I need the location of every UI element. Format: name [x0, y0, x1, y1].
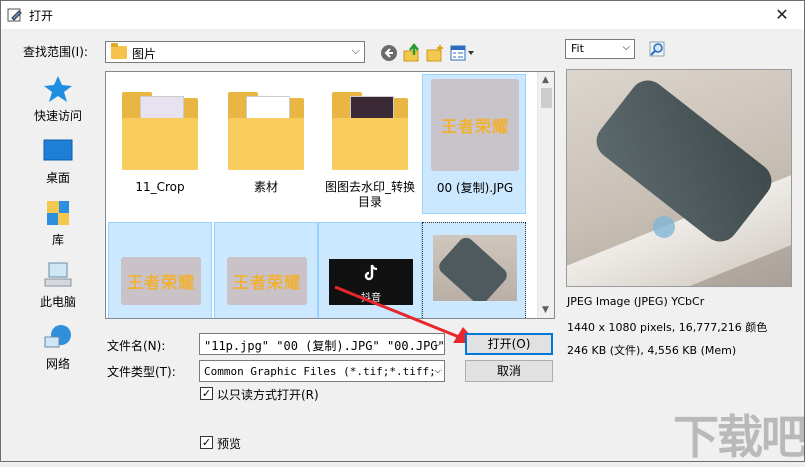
close-icon: ✕: [775, 5, 789, 24]
place-label: 网络: [45, 357, 70, 371]
close-button[interactable]: ✕: [760, 1, 804, 29]
scroll-down-icon: ▼: [542, 305, 549, 315]
back-button[interactable]: [379, 43, 399, 63]
file-item-image[interactable]: 王者荣耀: [214, 222, 318, 318]
file-item-image[interactable]: 王者荣耀: [108, 222, 212, 318]
zoom-mode-value: Fit: [571, 42, 584, 55]
title-bar[interactable]: 打开 ✕: [1, 1, 804, 29]
file-type-value: Common Graphic Files (*.tif;*.tiff;*.: [204, 365, 445, 378]
image-size-info: 246 KB (文件), 4,556 KB (Mem): [567, 344, 737, 357]
site-watermark: 下载吧: [665, 397, 805, 464]
zoom-mode-dropdown[interactable]: Fit ⌵: [565, 39, 635, 59]
image-format-info: JPEG Image (JPEG) YCbCr: [567, 295, 705, 308]
tiktok-logo: [364, 264, 378, 281]
logo-text: 王者荣耀: [440, 117, 509, 136]
logo-text: 王者荣耀: [233, 273, 302, 292]
scroll-up-icon: ▲: [542, 75, 549, 85]
read-only-checkbox[interactable]: ✓: [200, 387, 213, 400]
read-only-label: 以只读方式打开(R): [217, 388, 319, 402]
image-thumbnail: 王者荣耀: [117, 227, 205, 318]
folder-icon: [116, 78, 204, 174]
file-name-label: 文件名(N):: [107, 339, 166, 353]
view-menu-button[interactable]: [449, 43, 477, 63]
image-dimensions-info: 1440 x 1080 pixels, 16,777,216 颜色: [567, 321, 768, 334]
file-item-folder[interactable]: 11_Crop: [108, 74, 212, 214]
new-folder-button[interactable]: [425, 43, 445, 63]
place-label: 桌面: [45, 171, 70, 185]
file-name-input[interactable]: "11p.jpg" "00 (复制).JPG" "00.JPG" "0 ⌵: [199, 333, 445, 355]
star-icon: [44, 76, 72, 102]
image-thumbnail: 王者荣耀: [431, 79, 519, 175]
file-item-folder[interactable]: 素材: [214, 74, 318, 214]
folder-icon: [222, 78, 310, 174]
cancel-button[interactable]: 取消: [465, 360, 553, 382]
place-network[interactable]: 网络: [19, 323, 97, 372]
look-in-value: 图片: [132, 47, 157, 61]
desktop-icon: [43, 139, 73, 161]
computer-icon: [44, 262, 72, 287]
place-quick-access[interactable]: 快速访问: [19, 75, 97, 124]
open-file-dialog: 打开 ✕ 查找范围(I): 图片 ⌵ 快速访问 桌面 库 此电脑 网络 11_C…: [0, 0, 805, 464]
file-name: 素材: [253, 180, 278, 194]
file-name: 11_Crop: [135, 180, 185, 194]
scrollbar-thumb[interactable]: [541, 88, 552, 108]
chevron-down-icon: ⌵: [622, 42, 630, 53]
place-label: 此电脑: [39, 295, 76, 309]
preview-label: 预览: [217, 437, 242, 451]
chevron-down-icon[interactable]: ⌵: [434, 336, 441, 349]
chevron-down-icon: ⌵: [351, 44, 360, 57]
file-name: 00 (复制).JPG: [436, 181, 514, 195]
library-icon: [47, 201, 69, 225]
app-icon: [7, 8, 22, 22]
window-title: 打开: [29, 9, 54, 23]
magnifier-icon[interactable]: [649, 41, 665, 57]
look-in-label: 查找范围(I):: [23, 45, 88, 59]
up-folder-button[interactable]: [402, 43, 422, 63]
file-name: 图图去水印_转换目录: [324, 180, 415, 209]
places-bar: 快速访问 桌面 库 此电脑 网络: [19, 69, 97, 389]
place-library[interactable]: 库: [19, 199, 97, 248]
folder-icon: [111, 43, 127, 59]
watermark-text: 下载吧: [673, 410, 805, 464]
logo-text: 王者荣耀: [127, 273, 196, 292]
file-name-value: "11p.jpg" "00 (复制).JPG" "00.JPG" "0: [204, 339, 445, 353]
file-list[interactable]: 11_Crop 素材 图图去水印_转换目录 王者荣耀 00 (复制).JPG 王…: [105, 71, 555, 319]
preview-checkbox[interactable]: ✓: [200, 436, 213, 449]
file-type-label: 文件类型(T):: [107, 365, 176, 379]
place-label: 库: [51, 233, 64, 247]
file-item-folder[interactable]: 图图去水印_转换目录: [318, 74, 422, 214]
place-label: 快速访问: [33, 109, 82, 123]
folder-icon: [326, 78, 414, 174]
file-type-dropdown[interactable]: Common Graphic Files (*.tif;*.tiff;*. ⌵: [199, 360, 445, 382]
look-in-dropdown[interactable]: 图片 ⌵: [105, 41, 365, 63]
file-item-image[interactable]: 王者荣耀 00 (复制).JPG: [422, 74, 526, 214]
place-desktop[interactable]: 桌面: [19, 137, 97, 186]
network-icon: [44, 325, 71, 348]
image-thumbnail: 王者荣耀: [223, 227, 311, 318]
place-this-pc[interactable]: 此电脑: [19, 261, 97, 310]
image-preview: [566, 69, 792, 287]
chevron-down-icon: ⌵: [434, 363, 441, 376]
file-list-scrollbar[interactable]: ▲ ▼: [537, 72, 554, 318]
open-button[interactable]: 打开(O): [465, 333, 553, 355]
